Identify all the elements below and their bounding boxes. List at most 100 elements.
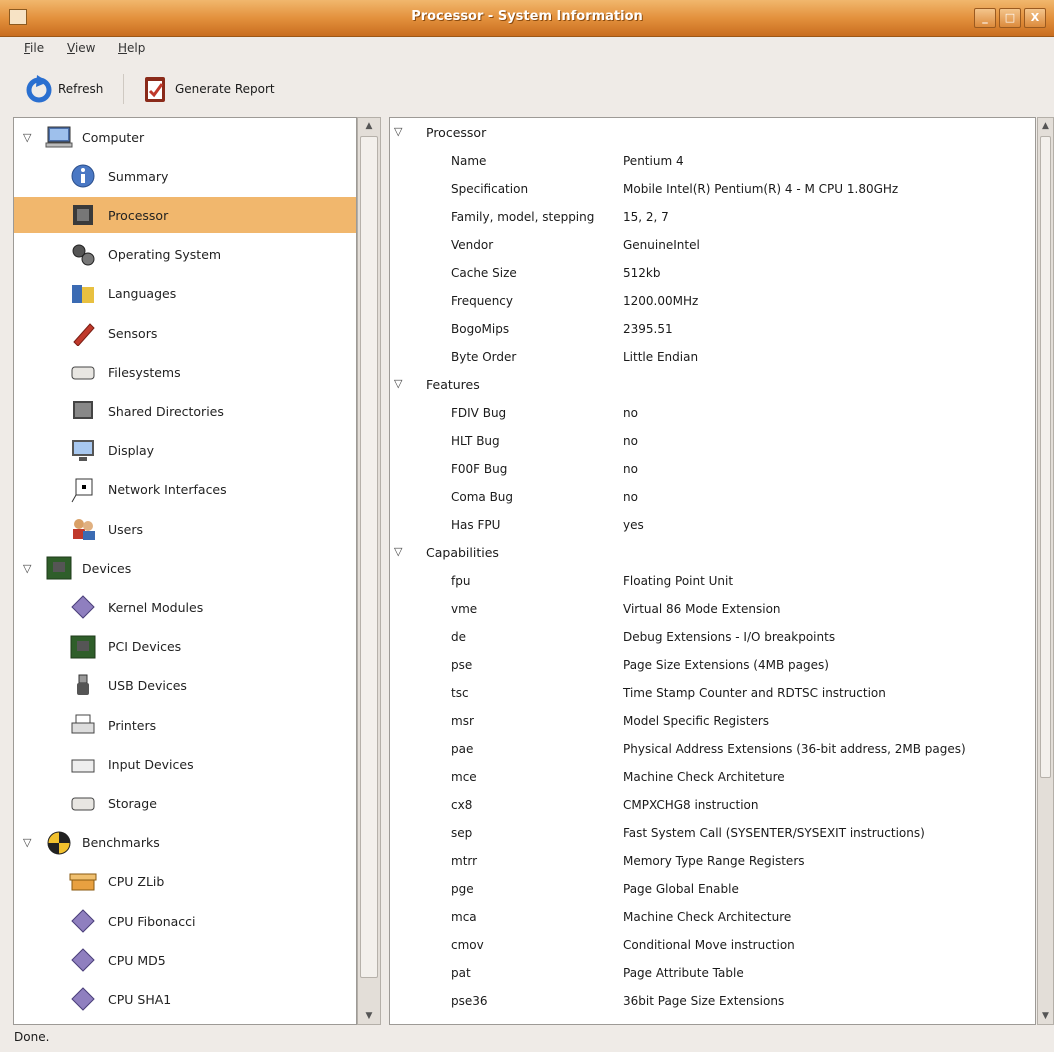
detail-key: Has FPU	[451, 518, 501, 532]
menu-help[interactable]: Help	[118, 41, 145, 55]
tree-item-shared-directories[interactable]: Shared Directories	[14, 393, 356, 429]
detail-row[interactable]: pse36 36bit Page Size Extensions	[390, 987, 1035, 1015]
scroll-up-arrow-icon[interactable]: ▲	[358, 118, 380, 134]
expander-icon[interactable]: ▽	[394, 377, 402, 390]
tree-item-cpu-fibonacci[interactable]: CPU Fibonacci	[14, 903, 356, 939]
detail-row[interactable]: pse Page Size Extensions (4MB pages)	[390, 651, 1035, 679]
tree-item-filesystems[interactable]: Filesystems	[14, 354, 356, 390]
detail-key: Cache Size	[451, 266, 517, 280]
detail-key: sep	[451, 826, 473, 840]
module-icon	[69, 593, 97, 621]
title-bar[interactable]: Processor - System Information _ □ X	[0, 0, 1054, 37]
detail-value: GenuineIntel	[623, 238, 700, 252]
tree-item-label: Processor	[108, 207, 169, 223]
detail-row[interactable]: msr Model Specific Registers	[390, 707, 1035, 735]
expander-icon[interactable]: ▽	[23, 131, 31, 144]
scroll-down-arrow-icon[interactable]: ▼	[1038, 1008, 1053, 1024]
close-button[interactable]: X	[1024, 8, 1046, 28]
menu-view[interactable]: View	[67, 41, 95, 55]
detail-value: Fast System Call (SYSENTER/SYSEXIT instr…	[623, 826, 925, 840]
tree-item-benchmarks[interactable]: ▽ Benchmarks	[14, 825, 356, 861]
section-label: Processor	[426, 125, 487, 140]
detail-row[interactable]: fpu Floating Point Unit	[390, 567, 1035, 595]
tree-item-processor[interactable]: Processor	[14, 197, 356, 234]
detail-row[interactable]: Coma Bug no	[390, 483, 1035, 511]
tree-item-sensors[interactable]: Sensors	[14, 315, 356, 351]
expander-icon[interactable]: ▽	[394, 125, 402, 138]
tree-item-cpu-sha1[interactable]: CPU SHA1	[14, 981, 356, 1017]
expander-icon[interactable]: ▽	[23, 836, 31, 849]
tree-panel[interactable]: ▽ Computer Summary Processor Operating Syste…	[13, 117, 357, 1025]
tree-item-printers[interactable]: Printers	[14, 707, 356, 743]
tree-item-label: PCI Devices	[108, 639, 182, 655]
detail-row[interactable]: pae Physical Address Extensions (36-bit a…	[390, 735, 1035, 763]
tree-item-cpu-zlib[interactable]: CPU ZLib	[14, 864, 356, 900]
tree-item-usb-devices[interactable]: USB Devices	[14, 668, 356, 704]
module-icon	[69, 985, 97, 1013]
detail-row[interactable]: cmov Conditional Move instruction	[390, 931, 1035, 959]
details-scrollbar[interactable]: ▲ ▼	[1037, 117, 1054, 1025]
detail-value: Machine Check Architeture	[623, 770, 785, 784]
detail-row[interactable]: Name Pentium 4	[390, 147, 1035, 175]
scroll-down-arrow-icon[interactable]: ▼	[358, 1008, 380, 1024]
tree-item-network-interfaces[interactable]: Network Interfaces	[14, 472, 356, 508]
tree-item-computer[interactable]: ▽ Computer	[14, 119, 356, 155]
tree-scroll-thumb[interactable]	[360, 136, 378, 978]
detail-row[interactable]: BogoMips 2395.51	[390, 315, 1035, 343]
tree-item-storage[interactable]: Storage	[14, 785, 356, 821]
detail-row[interactable]: de Debug Extensions - I/O breakpoints	[390, 623, 1035, 651]
section-header-features[interactable]: ▽ Features	[390, 371, 1035, 399]
section-header-capabilities[interactable]: ▽ Capabilities	[390, 539, 1035, 567]
generate-report-button[interactable]: Generate Report	[141, 73, 275, 105]
expander-icon[interactable]: ▽	[23, 562, 31, 575]
detail-row[interactable]: cx8 CMPXCHG8 instruction	[390, 791, 1035, 819]
tree-item-users[interactable]: Users	[14, 511, 356, 547]
tree-item-pci-devices[interactable]: PCI Devices	[14, 629, 356, 665]
detail-row[interactable]: Byte Order Little Endian	[390, 343, 1035, 371]
detail-value: 512kb	[623, 266, 661, 280]
expander-icon[interactable]: ▽	[394, 545, 402, 558]
tree-scrollbar[interactable]: ▲ ▼	[357, 117, 381, 1025]
board-icon	[45, 554, 73, 582]
detail-row[interactable]: Frequency 1200.00MHz	[390, 287, 1035, 315]
detail-row[interactable]: vme Virtual 86 Mode Extension	[390, 595, 1035, 623]
detail-row[interactable]: Vendor GenuineIntel	[390, 231, 1035, 259]
detail-row[interactable]: FDIV Bug no	[390, 399, 1035, 427]
detail-value: no	[623, 406, 638, 420]
tree-item-kernel-modules[interactable]: Kernel Modules	[14, 589, 356, 625]
section-header-processor[interactable]: ▽ Processor	[390, 119, 1035, 147]
tree-item-languages[interactable]: Languages	[14, 276, 356, 312]
detail-row[interactable]: F00F Bug no	[390, 455, 1035, 483]
detail-row[interactable]: mtrr Memory Type Range Registers	[390, 847, 1035, 875]
detail-row[interactable]: pat Page Attribute Table	[390, 959, 1035, 987]
detail-row[interactable]: Family, model, stepping 15, 2, 7	[390, 203, 1035, 231]
detail-row[interactable]: sep Fast System Call (SYSENTER/SYSEXIT in…	[390, 819, 1035, 847]
tree-item-devices[interactable]: ▽ Devices	[14, 550, 356, 586]
refresh-label: Refresh	[58, 82, 104, 96]
detail-key: de	[451, 630, 466, 644]
details-scroll-thumb[interactable]	[1040, 136, 1051, 778]
generate-report-label: Generate Report	[175, 82, 275, 96]
detail-row[interactable]: mca Machine Check Architecture	[390, 903, 1035, 931]
info-icon	[69, 162, 97, 190]
refresh-button[interactable]: Refresh	[24, 73, 103, 105]
tree-item-display[interactable]: Display	[14, 433, 356, 469]
detail-row[interactable]: Has FPU yes	[390, 511, 1035, 539]
tree-item-input-devices[interactable]: Input Devices	[14, 746, 356, 782]
scroll-up-arrow-icon[interactable]: ▲	[1038, 118, 1053, 134]
detail-row[interactable]: Cache Size 512kb	[390, 259, 1035, 287]
detail-row[interactable]: mce Machine Check Architeture	[390, 763, 1035, 791]
maximize-button[interactable]: □	[999, 8, 1021, 28]
tree-item-operating-system[interactable]: Operating System	[14, 237, 356, 273]
detail-row[interactable]: HLT Bug no	[390, 427, 1035, 455]
module-icon	[69, 907, 97, 935]
menu-file[interactable]: File	[24, 41, 44, 55]
details-panel[interactable]: ▽ Processor Name Pentium 4 Specification Mobi…	[389, 117, 1036, 1025]
tree-item-cpu-md5[interactable]: CPU MD5	[14, 942, 356, 978]
detail-row[interactable]: Specification Mobile Intel(R) Pentium(R) …	[390, 175, 1035, 203]
detail-key: cmov	[451, 938, 484, 952]
detail-row[interactable]: pge Page Global Enable	[390, 875, 1035, 903]
minimize-button[interactable]: _	[974, 8, 996, 28]
tree-item-summary[interactable]: Summary	[14, 158, 356, 194]
detail-row[interactable]: tsc Time Stamp Counter and RDTSC instruct…	[390, 679, 1035, 707]
